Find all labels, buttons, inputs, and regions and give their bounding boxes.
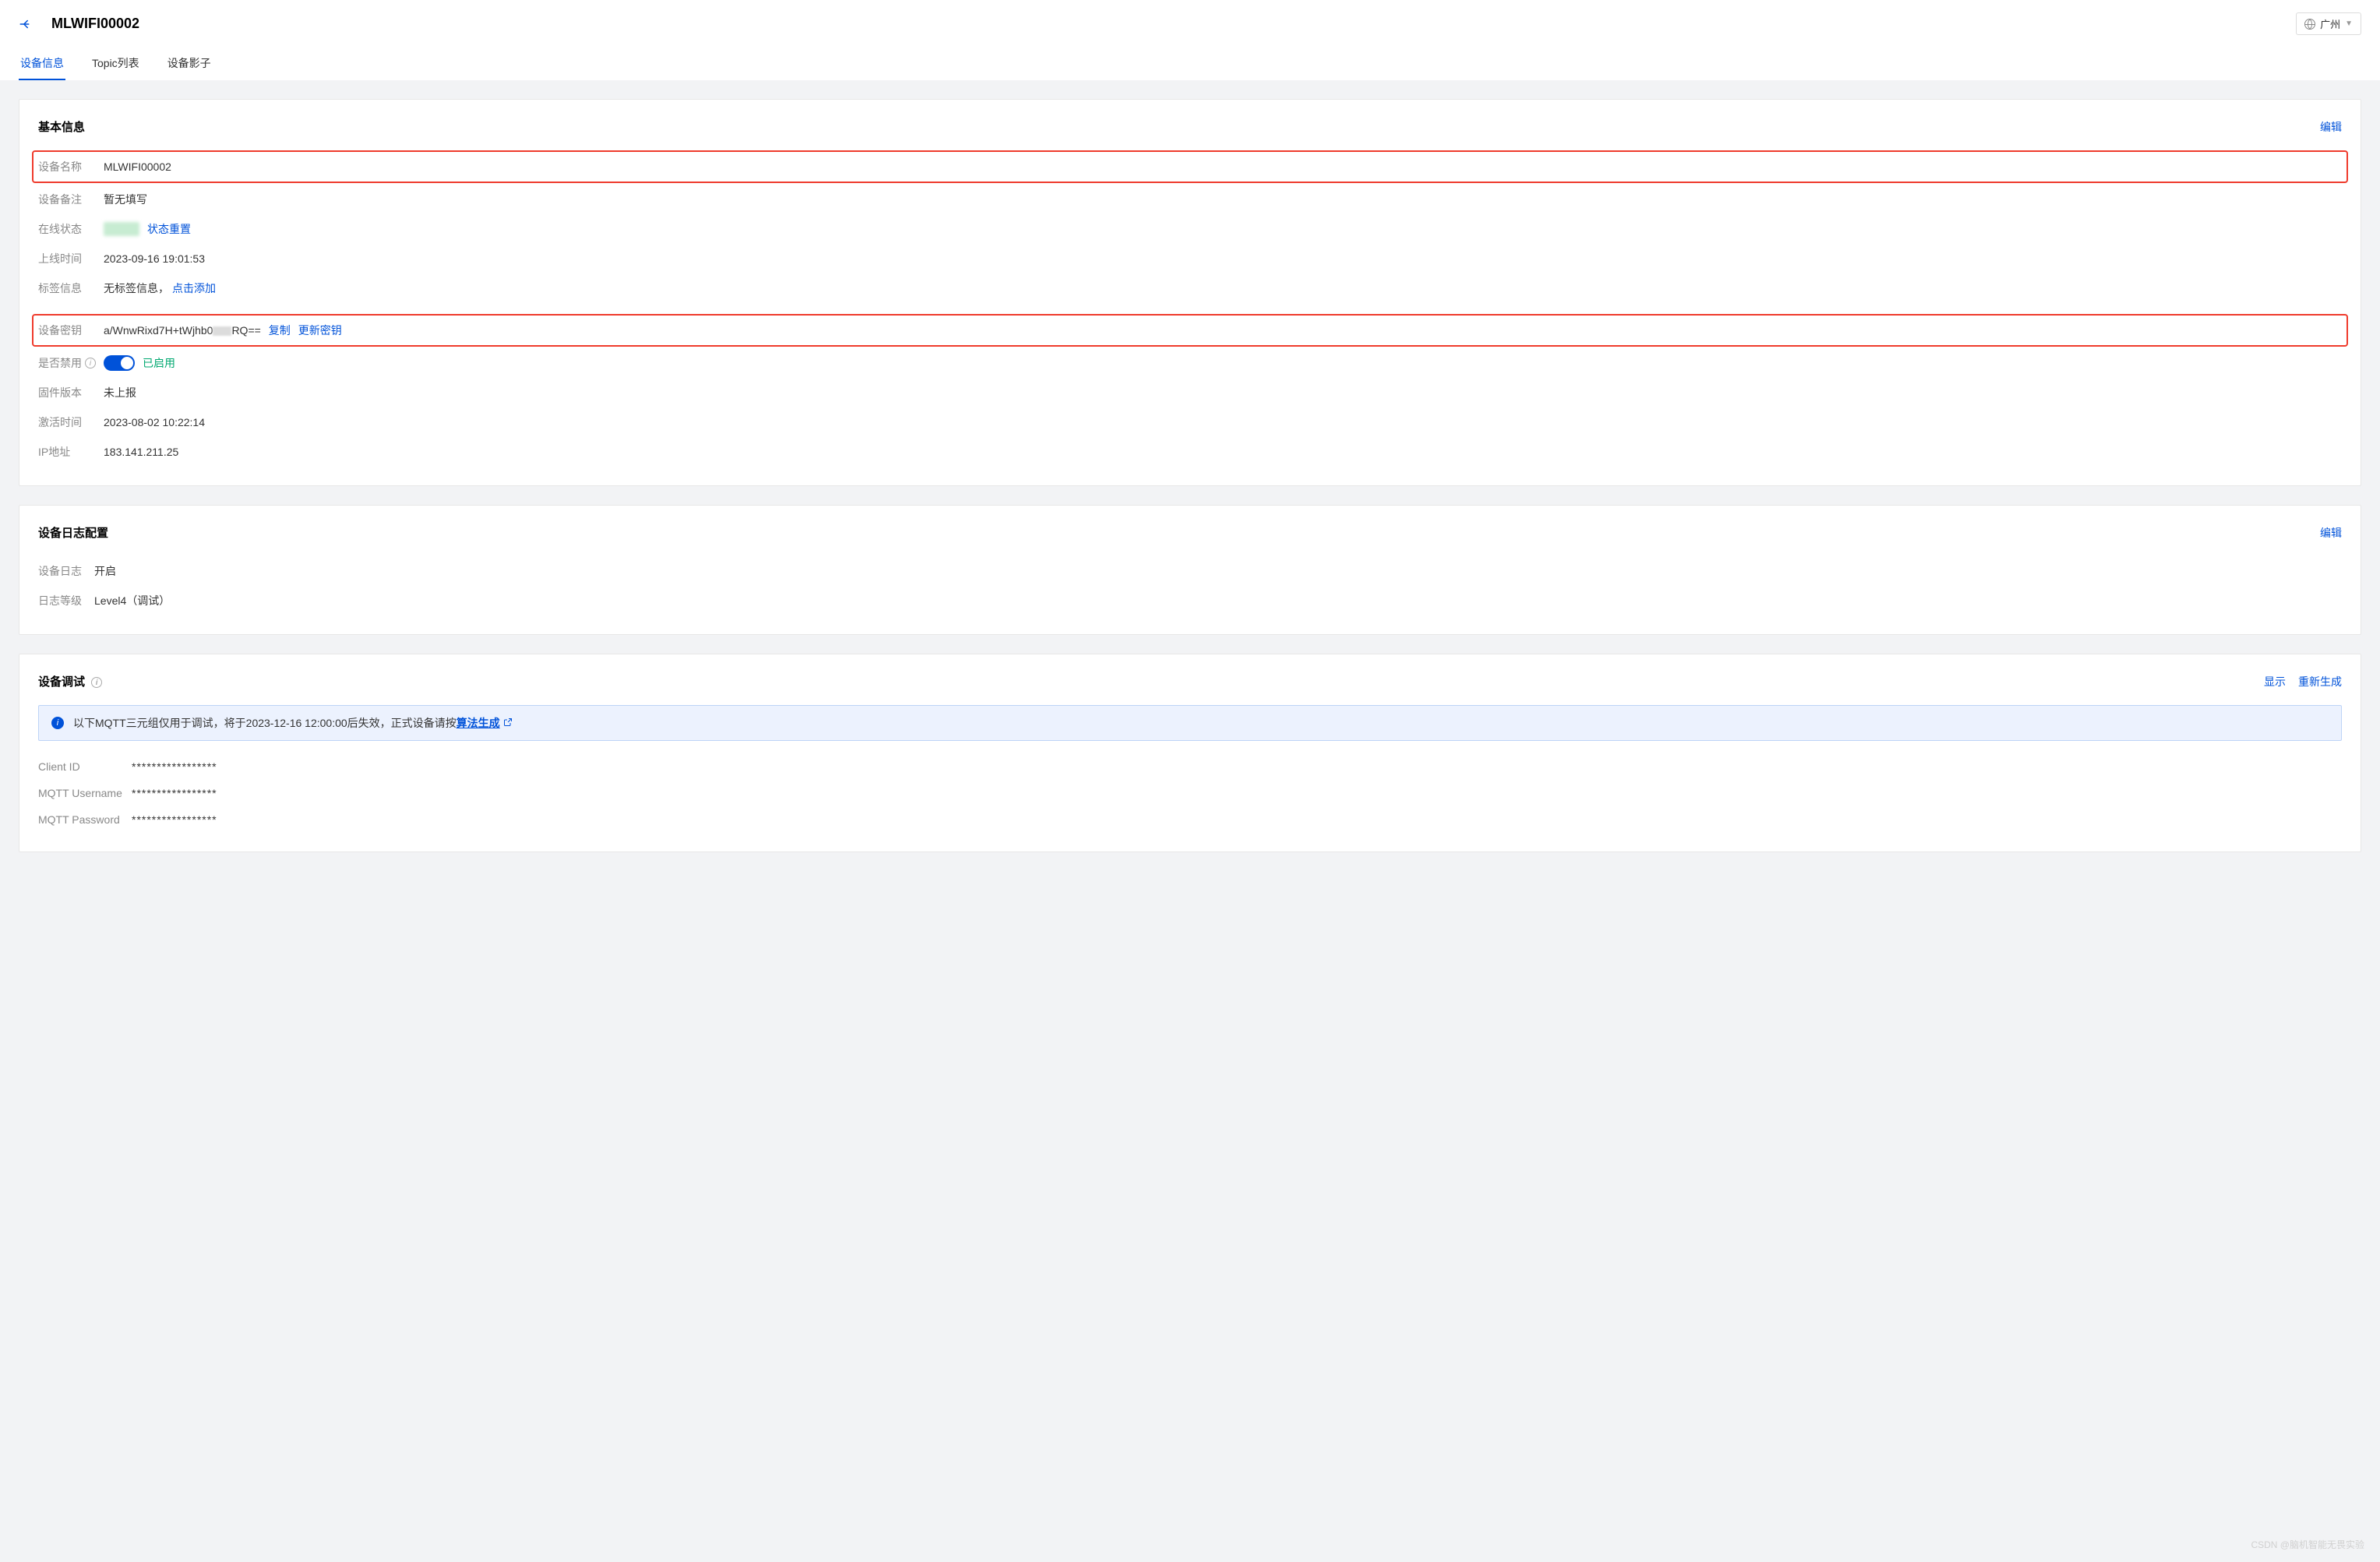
info-circle-icon: i (51, 717, 64, 729)
online-status-value (104, 222, 139, 236)
log-level-label: 日志等级 (38, 593, 94, 608)
ip-label: IP地址 (38, 444, 104, 460)
device-name-value: MLWIFI00002 (104, 160, 171, 173)
debug-notice: i 以下MQTT三元组仅用于调试，将于2023-12-16 12:00:00后失… (38, 705, 2342, 741)
device-key-highlight: 设备密钥 a/WnwRixd7H+tWjhb0RQ== 复制 更新密钥 (32, 314, 2348, 347)
regen-debug-button[interactable]: 重新生成 (2298, 674, 2342, 689)
client-id-label: Client ID (38, 760, 132, 773)
log-config-title: 设备日志配置 (38, 524, 108, 541)
device-key-value: a/WnwRixd7H+tWjhb0RQ== (104, 324, 261, 337)
watermark: CSDN @脑机智能无畏实验 (2251, 1538, 2364, 1551)
basic-info-card: 基本信息 编辑 设备名称 MLWIFI00002 设备备注 暂无填写 在线状态 … (19, 99, 2361, 486)
show-debug-button[interactable]: 显示 (2264, 674, 2286, 689)
page-title: MLWIFI00002 (51, 16, 139, 32)
firmware-value: 未上报 (104, 385, 136, 400)
device-debug-card: 设备调试 i 显示 重新生成 i 以下MQTT三元组仅用于调试，将于2023-1… (19, 654, 2361, 852)
tags-value: 无标签信息， (104, 280, 169, 296)
activate-time-label: 激活时间 (38, 414, 104, 430)
device-name-highlight: 设备名称 MLWIFI00002 (32, 150, 2348, 183)
online-time-value: 2023-09-16 19:01:53 (104, 252, 205, 265)
edit-log-button[interactable]: 编辑 (2320, 525, 2342, 541)
ip-value: 183.141.211.25 (104, 446, 178, 458)
device-debug-title: 设备调试 i (38, 673, 102, 689)
client-id-value: ***************** (132, 760, 217, 773)
globe-icon (2304, 19, 2315, 30)
log-level-value: Level4（调试） (94, 593, 170, 608)
algorithm-link[interactable]: 算法生成 (457, 717, 500, 729)
mqtt-pass-label: MQTT Password (38, 813, 132, 826)
tab-device-info[interactable]: 设备信息 (19, 48, 65, 80)
online-time-label: 上线时间 (38, 251, 104, 266)
firmware-label: 固件版本 (38, 385, 104, 400)
device-key-label: 设备密钥 (38, 323, 104, 338)
disabled-label: 是否禁用 i (38, 355, 104, 371)
device-log-label: 设备日志 (38, 563, 94, 579)
region-label: 广州 (2320, 16, 2340, 31)
device-log-value: 开启 (94, 563, 116, 579)
info-icon[interactable]: i (91, 677, 102, 688)
chevron-down-icon: ▼ (2345, 19, 2353, 28)
edit-basic-button[interactable]: 编辑 (2320, 119, 2342, 135)
tags-label: 标签信息 (38, 280, 104, 296)
debug-notice-text: 以下MQTT三元组仅用于调试，将于2023-12-16 12:00:00后失效，… (73, 715, 513, 731)
region-selector[interactable]: 广州 ▼ (2296, 12, 2361, 35)
tab-device-shadow[interactable]: 设备影子 (166, 48, 213, 80)
update-key-button[interactable]: 更新密钥 (298, 323, 342, 338)
tab-topic-list[interactable]: Topic列表 (90, 48, 141, 80)
mqtt-user-value: ***************** (132, 787, 217, 799)
back-arrow-icon[interactable] (19, 17, 33, 31)
info-icon[interactable]: i (85, 358, 96, 368)
basic-info-title: 基本信息 (38, 118, 85, 135)
external-link-icon (503, 717, 513, 729)
status-reset-button[interactable]: 状态重置 (147, 221, 191, 237)
copy-key-button[interactable]: 复制 (269, 323, 291, 338)
device-remark-value: 暂无填写 (104, 192, 147, 207)
activate-time-value: 2023-08-02 10:22:14 (104, 416, 205, 428)
mqtt-user-label: MQTT Username (38, 787, 132, 799)
device-remark-label: 设备备注 (38, 192, 104, 207)
device-name-label: 设备名称 (38, 159, 104, 175)
tabs: 设备信息 Topic列表 设备影子 (19, 48, 2361, 80)
online-status-label: 在线状态 (38, 221, 104, 237)
log-config-card: 设备日志配置 编辑 设备日志 开启 日志等级 Level4（调试） (19, 505, 2361, 635)
disabled-toggle[interactable] (104, 355, 135, 371)
mqtt-pass-value: ***************** (132, 813, 217, 826)
tags-add-button[interactable]: 点击添加 (172, 280, 216, 296)
enabled-value: 已启用 (143, 355, 175, 371)
